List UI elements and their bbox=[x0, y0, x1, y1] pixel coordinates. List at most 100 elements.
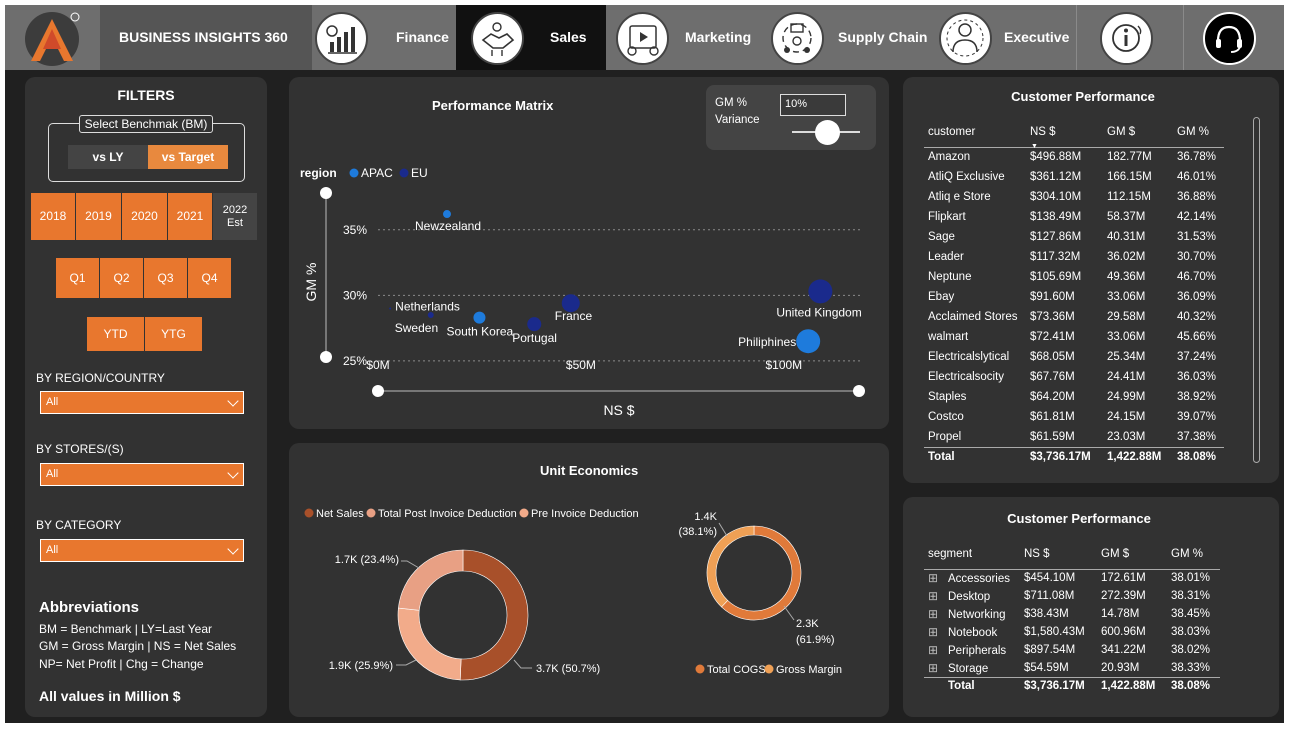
company-logo-icon[interactable] bbox=[5, 5, 100, 70]
cell-text: 341.22M bbox=[1101, 644, 1146, 656]
column-header[interactable]: segment bbox=[924, 539, 1020, 570]
filters-title: FILTERS bbox=[117, 87, 175, 103]
table-cell: $304.10M bbox=[1026, 187, 1103, 207]
table-row[interactable]: Flipkart $138.49M 58.37M 42.14% bbox=[924, 207, 1224, 227]
table-row[interactable]: Costco $61.81M 24.15M 39.07% bbox=[924, 407, 1224, 427]
table-row[interactable]: ⊞ Notebook $1,580.43M 600.96M 38.03% bbox=[924, 623, 1220, 641]
table-row[interactable]: ⊞ Desktop $711.08M 272.39M 38.31% bbox=[924, 587, 1220, 605]
row-label: Sage bbox=[924, 227, 1026, 247]
tab-executive-label: Executive bbox=[1004, 29, 1070, 45]
cell-text: 37.38% bbox=[1177, 430, 1217, 443]
table-row[interactable]: Acclaimed Stores $73.36M 29.58M 40.32% bbox=[924, 307, 1224, 327]
table-row[interactable]: Leader $117.32M 36.02M 30.70% bbox=[924, 247, 1224, 267]
sort-descending-icon[interactable]: ▼ bbox=[1031, 143, 1038, 150]
table-row[interactable]: Electricalsocity $67.76M 24.41M 36.03% bbox=[924, 367, 1224, 387]
filters-panel: FILTERS Select Benchmak (BM) vs LY vs Ta… bbox=[25, 77, 267, 717]
column-header[interactable]: GM % bbox=[1167, 539, 1220, 570]
tab-supply-chain[interactable]: Supply Chain bbox=[766, 5, 934, 70]
table-row[interactable]: Sage $127.86M 40.31M 31.53% bbox=[924, 227, 1224, 247]
table-cell: 38.01% bbox=[1167, 569, 1220, 587]
table-row[interactable]: Propel $61.59M 23.03M 37.38% bbox=[924, 427, 1224, 447]
region-dropdown-value: All bbox=[46, 396, 59, 408]
expand-icon[interactable]: ⊞ bbox=[928, 571, 948, 585]
period-ytd-button[interactable]: YTD bbox=[87, 317, 144, 351]
legend-item-label: EU bbox=[411, 166, 428, 180]
tab-sales[interactable]: Sales bbox=[456, 5, 606, 70]
quarter-q3-button[interactable]: Q3 bbox=[144, 258, 187, 298]
cell-text: Electricalsocity bbox=[928, 371, 1005, 383]
y-zoom-slider-handle bbox=[320, 187, 332, 199]
quarter-q1-button[interactable]: Q1 bbox=[56, 258, 99, 298]
table-row[interactable]: Amazon $496.88M 182.77M 36.78% bbox=[924, 147, 1224, 167]
customer-table: customer NS $ ▼ GM $ GM % Amazon $496.88M 182.7… bbox=[924, 117, 1224, 462]
table-row[interactable]: ⊞ Peripherals $897.54M 341.22M 38.02% bbox=[924, 641, 1220, 659]
quarter-q4-button[interactable]: Q4 bbox=[188, 258, 231, 298]
table-row[interactable]: Staples $64.20M 24.99M 38.92% bbox=[924, 387, 1224, 407]
year-2022-est-button[interactable]: 2022 Est bbox=[213, 193, 257, 240]
tab-finance[interactable]: Finance bbox=[312, 5, 460, 70]
expand-icon[interactable]: ⊞ bbox=[928, 607, 948, 621]
year-2022-label: 2022 bbox=[222, 204, 248, 216]
table-cell: 36.03% bbox=[1173, 367, 1224, 387]
column-header[interactable]: NS $ bbox=[1020, 539, 1097, 570]
category-dropdown[interactable]: All bbox=[40, 539, 244, 562]
year-2019-button[interactable]: 2019 bbox=[76, 193, 121, 240]
table-total-row: Total $3,736.17M 1,422.88M 38.08% bbox=[924, 676, 1220, 695]
customer-table-scrollbar[interactable] bbox=[1253, 117, 1260, 463]
quarter-q2-button[interactable]: Q2 bbox=[100, 258, 143, 298]
segment-performance-title: Customer Performance bbox=[1007, 511, 1151, 526]
abbreviation-line: NP= Net Profit | Chg = Change bbox=[39, 657, 204, 671]
total-cell: 38.08% bbox=[1167, 676, 1220, 695]
cell-text: 166.15M bbox=[1107, 171, 1152, 183]
table-row[interactable]: Electricalslytical $68.05M 25.34M 37.24% bbox=[924, 347, 1224, 367]
table-row[interactable]: Ebay $91.60M 33.06M 36.09% bbox=[924, 287, 1224, 307]
table-row[interactable]: Atliq e Store $304.10M 112.15M 36.88% bbox=[924, 187, 1224, 207]
year-2018-button[interactable]: 2018 bbox=[31, 193, 75, 240]
cell-text: AtliQ Exclusive bbox=[928, 171, 1005, 183]
expand-icon[interactable]: ⊞ bbox=[928, 643, 948, 657]
table-cell: $91.60M bbox=[1026, 287, 1103, 307]
region-dropdown[interactable]: All bbox=[40, 391, 244, 414]
expand-icon[interactable]: ⊞ bbox=[928, 625, 948, 639]
table-row[interactable]: Neptune $105.69M 49.36M 46.70% bbox=[924, 267, 1224, 287]
x-zoom-slider-handle bbox=[372, 385, 384, 397]
table-row[interactable]: ⊞ Networking $38.43M 14.78M 38.45% bbox=[924, 605, 1220, 623]
info-button[interactable] bbox=[1077, 5, 1182, 70]
row-label: ⊞ Notebook bbox=[924, 623, 1020, 641]
table-row[interactable]: AtliQ Exclusive $361.12M 166.15M 46.01% bbox=[924, 167, 1224, 187]
year-2021-button[interactable]: 2021 bbox=[168, 193, 212, 240]
benchmark-vs-target-button[interactable]: vs Target bbox=[148, 145, 228, 169]
table-row[interactable]: ⊞ Accessories $454.10M 172.61M 38.01% bbox=[924, 569, 1220, 587]
customer-performance-title: Customer Performance bbox=[1011, 89, 1155, 104]
stores-dropdown[interactable]: All bbox=[40, 463, 244, 486]
slice-label: 1.9K (25.9%) bbox=[329, 660, 393, 672]
unit-economics-donut-charts: Net Sales Total Post Invoice Deduction Pre… bbox=[304, 508, 842, 681]
cell-text: 112.15M bbox=[1107, 191, 1151, 203]
period-ytg-button[interactable]: YTG bbox=[145, 317, 202, 351]
table-row[interactable]: ⊞ Storage $54.59M 20.93M 38.33% bbox=[924, 659, 1220, 677]
cell-text: 36.03% bbox=[1177, 371, 1217, 383]
cell-text: 58.37M bbox=[1107, 211, 1146, 223]
benchmark-vs-ly-button[interactable]: vs LY bbox=[68, 145, 148, 169]
cell-text: $61.81M bbox=[1030, 411, 1075, 423]
cell-text: $38.43M bbox=[1024, 608, 1069, 620]
table-row[interactable]: walmart $72.41M 33.06M 45.66% bbox=[924, 327, 1224, 347]
column-header[interactable]: GM $ bbox=[1103, 117, 1173, 148]
year-2020-button[interactable]: 2020 bbox=[122, 193, 167, 240]
support-button[interactable] bbox=[1184, 5, 1284, 70]
tab-marketing[interactable]: Marketing bbox=[606, 5, 766, 70]
column-header[interactable]: NS $ ▼ bbox=[1026, 117, 1103, 150]
expand-icon[interactable]: ⊞ bbox=[928, 661, 948, 675]
cell-text: $897.54M bbox=[1024, 644, 1076, 656]
segment-performance-panel: Customer Performance segment NS $ GM $ GM %… bbox=[903, 497, 1279, 717]
column-header[interactable]: GM % bbox=[1173, 117, 1224, 148]
cell-text: 36.78% bbox=[1177, 151, 1217, 164]
total-cell: 38.08% bbox=[1173, 446, 1224, 462]
scatter-point bbox=[389, 307, 392, 310]
cell-text: Notebook bbox=[948, 627, 998, 639]
tab-executive[interactable]: Executive bbox=[934, 5, 1076, 70]
y-tick-label: 30% bbox=[343, 288, 367, 302]
column-header[interactable]: GM $ bbox=[1097, 539, 1167, 570]
expand-icon[interactable]: ⊞ bbox=[928, 589, 948, 603]
column-header[interactable]: customer bbox=[924, 117, 1026, 148]
